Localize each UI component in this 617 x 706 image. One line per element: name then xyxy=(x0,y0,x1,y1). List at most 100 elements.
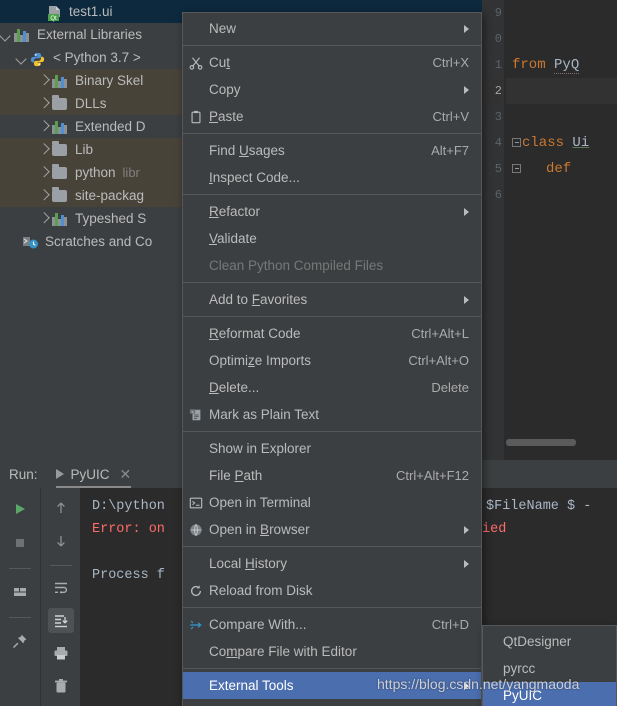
menu-item-mark-as-plain-text[interactable]: x Mark as Plain Text xyxy=(183,401,481,428)
menu-item-compare-file-with-editor[interactable]: Compare File with Editor xyxy=(183,638,481,665)
menu-item-add-to-favorites[interactable]: Add to Favorites xyxy=(183,286,481,313)
library-icon xyxy=(14,28,30,42)
clipboard-icon xyxy=(183,110,209,124)
chevron-right-icon[interactable] xyxy=(38,213,49,224)
code-line xyxy=(506,78,617,104)
menu-item-label: File Path xyxy=(209,468,263,483)
menu-item-inspect-code[interactable]: Inspect Code... xyxy=(183,164,481,191)
chevron-right-icon xyxy=(464,85,469,94)
menu-item-label: Clean Python Compiled Files xyxy=(209,258,384,273)
menu-item-local-history[interactable]: Local History xyxy=(183,550,481,577)
menu-item-reformat-code[interactable]: Reformat Code Ctrl+Alt+L xyxy=(183,320,481,347)
menu-item-label: Find Usages xyxy=(209,143,285,158)
menu-item-validate[interactable]: Validate xyxy=(183,225,481,252)
submenu-item-qtdesigner[interactable]: QtDesigner xyxy=(483,628,616,655)
folder-icon xyxy=(52,95,67,110)
chevron-right-icon[interactable] xyxy=(38,98,49,109)
editor-code-area[interactable]: from PyQ class Ui def xyxy=(506,0,617,460)
menu-item-optimize-imports[interactable]: Optimize Imports Ctrl+Alt+O xyxy=(183,347,481,374)
menu-item-compare-with[interactable]: Compare With... Ctrl+D xyxy=(183,611,481,638)
soft-wrap-button[interactable] xyxy=(48,576,74,601)
menu-item-copy[interactable]: Copy xyxy=(183,76,481,103)
print-button[interactable] xyxy=(48,641,74,666)
tree-item-label: Lib xyxy=(75,142,94,157)
run-tab-pyuic[interactable]: PyUIC ✕ xyxy=(55,460,132,488)
code-fold-icon[interactable] xyxy=(512,137,521,147)
menu-item-show-in-explorer[interactable]: Show in Explorer xyxy=(183,435,481,462)
menu-item-shortcut: Ctrl+Alt+L xyxy=(411,326,469,341)
close-icon[interactable]: ✕ xyxy=(120,466,132,483)
menu-separator xyxy=(183,282,481,283)
menu-item-label: Open in Browser xyxy=(209,522,310,537)
menu-item-reload-from-disk[interactable]: Reload from Disk xyxy=(183,577,481,604)
context-menu[interactable]: New Cut Ctrl+X Copy Paste Ctrl+V Find Usages Al… xyxy=(182,12,482,706)
watermark-text: https://blog.csdn.net/yangmaoda xyxy=(377,676,580,692)
menu-item-open-in-browser[interactable]: Open in Browser xyxy=(183,516,481,543)
chevron-right-icon xyxy=(464,24,469,33)
chevron-right-icon[interactable] xyxy=(38,167,49,178)
menu-item-label: Add to Favorites xyxy=(209,292,308,307)
code-editor[interactable]: 90123456 from PyQ class Ui def xyxy=(482,0,617,460)
menu-item-paste[interactable]: Paste Ctrl+V xyxy=(183,103,481,130)
folder-icon xyxy=(52,164,67,179)
stop-button[interactable] xyxy=(7,530,33,556)
scratches-icon xyxy=(22,234,40,250)
pin-button[interactable] xyxy=(7,628,33,654)
library-icon xyxy=(52,211,70,227)
menu-item-shortcut: Delete xyxy=(431,380,469,395)
menu-item-open-in-terminal[interactable]: Open in Terminal xyxy=(183,489,481,516)
menu-item-mark-directory-as: Mark Directory as xyxy=(183,699,481,706)
menu-item-label: Cut xyxy=(209,55,231,70)
menu-item-label: Compare With... xyxy=(209,617,307,632)
line-number: 6 xyxy=(494,188,502,202)
line-number: 0 xyxy=(494,32,502,46)
line-number: 1 xyxy=(494,58,502,72)
up-button[interactable] xyxy=(48,496,74,521)
chevron-right-icon[interactable] xyxy=(38,144,49,155)
editor-gutter: 9 0 1 2 3 4 5 6 xyxy=(482,0,504,460)
menu-item-shortcut: Ctrl+Alt+F12 xyxy=(396,468,469,483)
svg-text:Qt: Qt xyxy=(50,16,57,22)
menu-item-shortcut: Ctrl+X xyxy=(432,55,469,70)
editor-horizontal-scrollbar[interactable] xyxy=(506,439,576,446)
chevron-right-icon[interactable] xyxy=(38,75,49,86)
down-button[interactable] xyxy=(48,529,74,554)
menu-item-refactor[interactable]: Refactor xyxy=(183,198,481,225)
chevron-right-icon[interactable] xyxy=(38,190,49,201)
toolbar-divider xyxy=(9,568,31,569)
external-tools-submenu[interactable]: QtDesigner pyrcc PyUIC xyxy=(482,625,617,706)
library-icon xyxy=(52,119,70,135)
menu-item-label: Optimize Imports xyxy=(209,353,312,368)
menu-item-cut[interactable]: Cut Ctrl+X xyxy=(183,49,481,76)
chevron-down-icon[interactable] xyxy=(16,52,27,63)
tree-item-sublabel: libr xyxy=(122,165,140,180)
run-toolbar-right[interactable] xyxy=(40,488,80,706)
clear-all-button[interactable] xyxy=(48,674,74,699)
menu-item-file-path[interactable]: File Path Ctrl+Alt+F12 xyxy=(183,462,481,489)
menu-separator xyxy=(183,194,481,195)
menu-item-delete[interactable]: Delete... Delete xyxy=(183,374,481,401)
ide-window: Qt test1.ui External Libraries < Python 3.7… xyxy=(0,0,617,706)
terminal-icon xyxy=(183,496,209,510)
code-keyword: class xyxy=(522,135,565,151)
menu-item-new[interactable]: New xyxy=(183,15,481,42)
tree-item-label: Binary Skel xyxy=(75,73,144,88)
globe-icon xyxy=(183,523,209,537)
code-fold-icon[interactable] xyxy=(512,163,521,173)
chevron-down-icon[interactable] xyxy=(0,29,11,40)
folder-icon xyxy=(52,95,70,112)
chevron-right-icon xyxy=(464,559,469,568)
run-button[interactable] xyxy=(7,496,33,522)
library-icon xyxy=(52,212,68,226)
tree-item-label: External Libraries xyxy=(37,27,143,42)
menu-item-label: Reformat Code xyxy=(209,326,301,341)
run-label: Run: xyxy=(9,466,38,482)
plaintext-icon: x xyxy=(183,408,209,422)
qt-file-icon: Qt xyxy=(46,4,64,22)
menu-item-find-usages[interactable]: Find Usages Alt+F7 xyxy=(183,137,481,164)
scroll-to-end-button[interactable] xyxy=(47,608,74,633)
layout-button[interactable] xyxy=(7,579,33,605)
chevron-right-icon xyxy=(464,525,469,534)
chevron-right-icon[interactable] xyxy=(38,121,49,132)
run-toolbar-left[interactable] xyxy=(0,488,40,706)
